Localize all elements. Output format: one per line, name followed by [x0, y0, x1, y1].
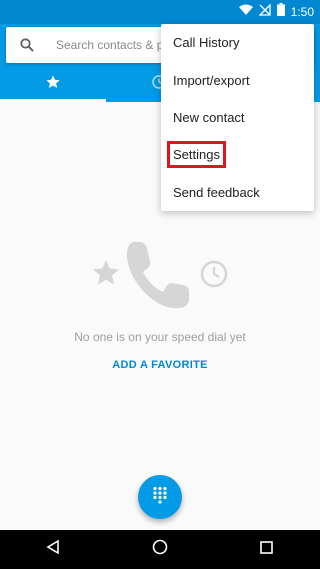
- back-button[interactable]: [33, 530, 73, 569]
- menu-item-label: Send feedback: [173, 184, 260, 200]
- menu-item-label: Settings: [167, 141, 226, 169]
- home-button[interactable]: [140, 530, 180, 569]
- search-icon[interactable]: [18, 36, 36, 54]
- menu-item-import-export[interactable]: Import/export: [161, 61, 314, 98]
- overflow-menu: Call History Import/export New contact S…: [161, 24, 314, 211]
- status-bar: 1:50: [0, 0, 320, 24]
- system-nav-bar: [0, 530, 320, 569]
- menu-item-settings[interactable]: Settings: [161, 136, 314, 173]
- add-favorite-button[interactable]: ADD A FAVORITE: [0, 359, 320, 371]
- empty-speed-dial-illustration: [88, 238, 233, 318]
- battery-icon: [276, 3, 285, 21]
- menu-item-label: Call History: [173, 35, 240, 51]
- menu-item-new-contact[interactable]: New contact: [161, 99, 314, 136]
- search-input[interactable]: Search contacts & pla: [56, 38, 173, 52]
- menu-item-send-feedback[interactable]: Send feedback: [161, 174, 314, 211]
- no-signal-icon: [258, 3, 271, 21]
- dialpad-icon: [152, 486, 168, 509]
- empty-state-message: No one is on your speed dial yet: [74, 330, 246, 344]
- star-icon: [45, 74, 61, 95]
- menu-item-label: Import/export: [173, 72, 250, 88]
- wifi-icon: [238, 3, 253, 21]
- menu-item-call-history[interactable]: Call History: [161, 24, 314, 61]
- recents-button[interactable]: [247, 530, 287, 569]
- recents-square-icon: [260, 540, 273, 559]
- status-icons: 1:50: [238, 0, 314, 24]
- status-time: 1:50: [290, 5, 314, 19]
- tab-favorites[interactable]: [0, 66, 106, 102]
- star-icon: [93, 260, 119, 285]
- menu-item-label: New contact: [173, 109, 245, 125]
- back-triangle-icon: [46, 539, 60, 559]
- clock-icon: [200, 260, 228, 288]
- home-circle-icon: [152, 539, 168, 560]
- dialpad-fab[interactable]: [138, 475, 182, 519]
- phone-icon: [126, 242, 189, 309]
